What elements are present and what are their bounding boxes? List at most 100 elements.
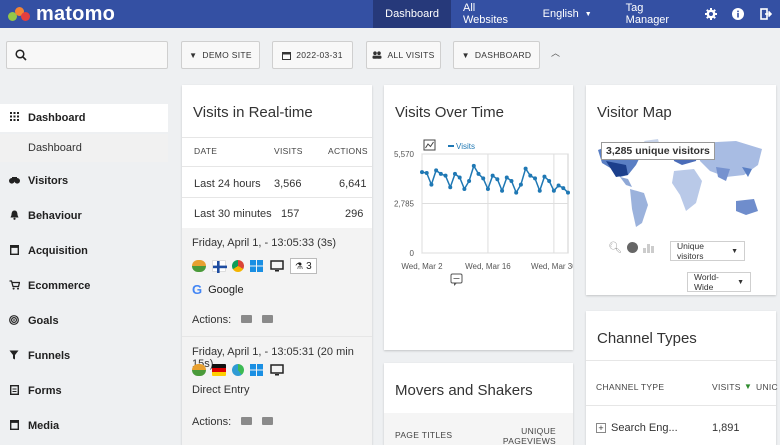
collapse-chevron-icon[interactable]: ︿ bbox=[551, 46, 560, 59]
zoom-out-icon[interactable]: 🔍︎ bbox=[608, 241, 622, 254]
badge-count: 3 bbox=[306, 260, 312, 272]
divider bbox=[182, 166, 372, 167]
visits-over-time-widget: Visits Over Time 0 2,785 5,570 Wed, Mar 2W… bbox=[384, 85, 573, 350]
page-icon bbox=[0, 244, 28, 258]
data-point bbox=[523, 166, 528, 171]
realtime-widget: Visits in Real-time DATE VISITS ACTIONS … bbox=[182, 85, 372, 445]
sidebar-item-label: Ecommerce bbox=[28, 280, 91, 292]
folder-icon[interactable] bbox=[262, 417, 274, 425]
sidebar-subitem-dashboard[interactable]: Dashboard bbox=[0, 134, 168, 162]
data-point bbox=[547, 179, 552, 184]
visit-entry[interactable]: Friday, April 1, - 13:05:31 (20 min 15s)… bbox=[182, 337, 372, 445]
data-point bbox=[420, 170, 424, 175]
visitor-profile-icon[interactable] bbox=[192, 260, 206, 272]
visitor-map-widget: Visitor Map 🔍︎ Unique visitors ▼ World-W… bbox=[586, 85, 776, 295]
folder-icon[interactable] bbox=[241, 315, 253, 323]
folder-icon[interactable] bbox=[262, 315, 274, 323]
map-controls: 🔍︎ bbox=[608, 241, 654, 254]
widget-title: Channel Types bbox=[597, 330, 697, 347]
segment-selector[interactable]: ALL VISITS bbox=[366, 41, 441, 69]
sidebar-item-goals[interactable]: Goals bbox=[0, 309, 168, 333]
matomo-logo[interactable]: matomo bbox=[0, 3, 373, 26]
sidebar-item-label: Forms bbox=[28, 385, 62, 397]
logout-icon[interactable] bbox=[752, 0, 780, 28]
folder-icon[interactable] bbox=[241, 417, 253, 425]
sidebar-item-forms[interactable]: Forms bbox=[0, 379, 168, 403]
actions-label: Actions: bbox=[192, 416, 232, 428]
divider bbox=[586, 405, 776, 406]
search-input[interactable] bbox=[6, 41, 168, 69]
nav-language[interactable]: English ▼ bbox=[531, 0, 604, 28]
map-region-value: World-Wide bbox=[694, 272, 719, 292]
settings-gear-icon[interactable] bbox=[697, 0, 725, 28]
annotation-icon[interactable] bbox=[450, 273, 463, 286]
data-point bbox=[481, 176, 486, 181]
col-header-date: DATE bbox=[194, 146, 218, 156]
brand-name: matomo bbox=[36, 2, 115, 25]
x-tick-label: Wed, Mar 2 bbox=[401, 262, 443, 271]
col-header-visits: VISITS bbox=[274, 146, 303, 156]
row-visits: 1,891 bbox=[712, 422, 740, 434]
data-point bbox=[429, 182, 434, 187]
data-point bbox=[490, 173, 495, 178]
chrome-icon bbox=[232, 260, 244, 272]
date-selector-label: 2022-03-31 bbox=[296, 50, 343, 60]
map-metric-value: Unique visitors bbox=[677, 241, 704, 261]
data-point bbox=[509, 179, 514, 184]
visit-actions: Actions: bbox=[192, 314, 274, 326]
help-info-icon[interactable] bbox=[725, 0, 753, 28]
col-header-unique-pageviews[interactable]: UNIQUE PAGEVIEWS bbox=[496, 426, 556, 445]
sidebar-item-acquisition[interactable]: Acquisition bbox=[0, 239, 168, 263]
map-region-select[interactable]: World-Wide ▼ bbox=[687, 272, 751, 292]
edge-icon bbox=[232, 364, 244, 376]
chart-type-icon[interactable] bbox=[423, 139, 436, 151]
nav-all-websites[interactable]: All Websites bbox=[451, 0, 531, 28]
visit-entry[interactable]: Friday, April 1, - 13:05:33 (3s) ⚗ 3 G Go… bbox=[182, 228, 372, 336]
data-point bbox=[551, 188, 556, 193]
target-icon bbox=[0, 314, 28, 328]
sort-desc-icon[interactable]: ▼ bbox=[744, 381, 752, 391]
media-icon bbox=[0, 419, 28, 433]
data-point bbox=[561, 186, 566, 191]
nav-all-websites-label: All Websites bbox=[462, 2, 509, 26]
sidebar-item-media[interactable]: Media bbox=[0, 414, 168, 438]
visitor-profile-icon[interactable] bbox=[192, 364, 206, 376]
data-point bbox=[528, 173, 533, 178]
sidebar-item-funnels[interactable]: Funnels bbox=[0, 344, 168, 368]
date-selector[interactable]: 2022-03-31 bbox=[272, 41, 353, 69]
col-header-visits[interactable]: VISITS bbox=[712, 382, 741, 392]
flag-germany-icon bbox=[212, 364, 226, 376]
table-row[interactable]: + Search Eng... bbox=[596, 422, 678, 434]
data-point bbox=[556, 183, 561, 188]
sidebar-item-label: Funnels bbox=[28, 350, 71, 362]
globe-icon[interactable] bbox=[626, 242, 638, 253]
bar-chart-icon[interactable] bbox=[642, 242, 654, 253]
row-actions: 296 bbox=[345, 208, 364, 220]
sidebar-item-behaviour[interactable]: Behaviour bbox=[0, 204, 168, 228]
data-point bbox=[448, 185, 453, 190]
col-header-page-titles: PAGE TITLES bbox=[395, 430, 453, 440]
form-icon bbox=[0, 384, 28, 398]
legend[interactable]: Visits bbox=[448, 142, 475, 151]
nav-dashboard[interactable]: Dashboard bbox=[373, 0, 451, 28]
sidebar-item-dashboard[interactable]: Dashboard bbox=[0, 104, 168, 132]
col-header-channel-type[interactable]: CHANNEL TYPE bbox=[596, 382, 664, 392]
movers-shakers-widget: Movers and Shakers PAGE TITLES UNIQUE PA… bbox=[384, 363, 573, 445]
sidebar-item-ecommerce[interactable]: Ecommerce bbox=[0, 274, 168, 298]
caret-down-icon: ▼ bbox=[461, 50, 470, 60]
expand-plus-icon[interactable]: + bbox=[596, 423, 606, 433]
y-tick-label: 2,785 bbox=[394, 200, 415, 209]
map-metric-select[interactable]: Unique visitors ▼ bbox=[670, 241, 745, 261]
data-point bbox=[533, 176, 538, 181]
dashboard-selector[interactable]: ▼ DASHBOARD bbox=[453, 41, 540, 69]
nav-tag-manager[interactable]: Tag Manager bbox=[604, 0, 697, 28]
x-tick-label: Wed, Mar 16 bbox=[465, 262, 511, 271]
sidebar-item-visitors[interactable]: Visitors bbox=[0, 169, 168, 193]
col-header-unique[interactable]: UNIC bbox=[756, 382, 778, 392]
data-point bbox=[495, 177, 500, 182]
legend-label: Visits bbox=[456, 142, 475, 151]
world-map[interactable] bbox=[586, 85, 776, 295]
sidebar-item-label: Visitors bbox=[28, 175, 69, 187]
data-point bbox=[438, 171, 443, 176]
site-selector[interactable]: ▼ DEMO SITE bbox=[181, 41, 260, 69]
